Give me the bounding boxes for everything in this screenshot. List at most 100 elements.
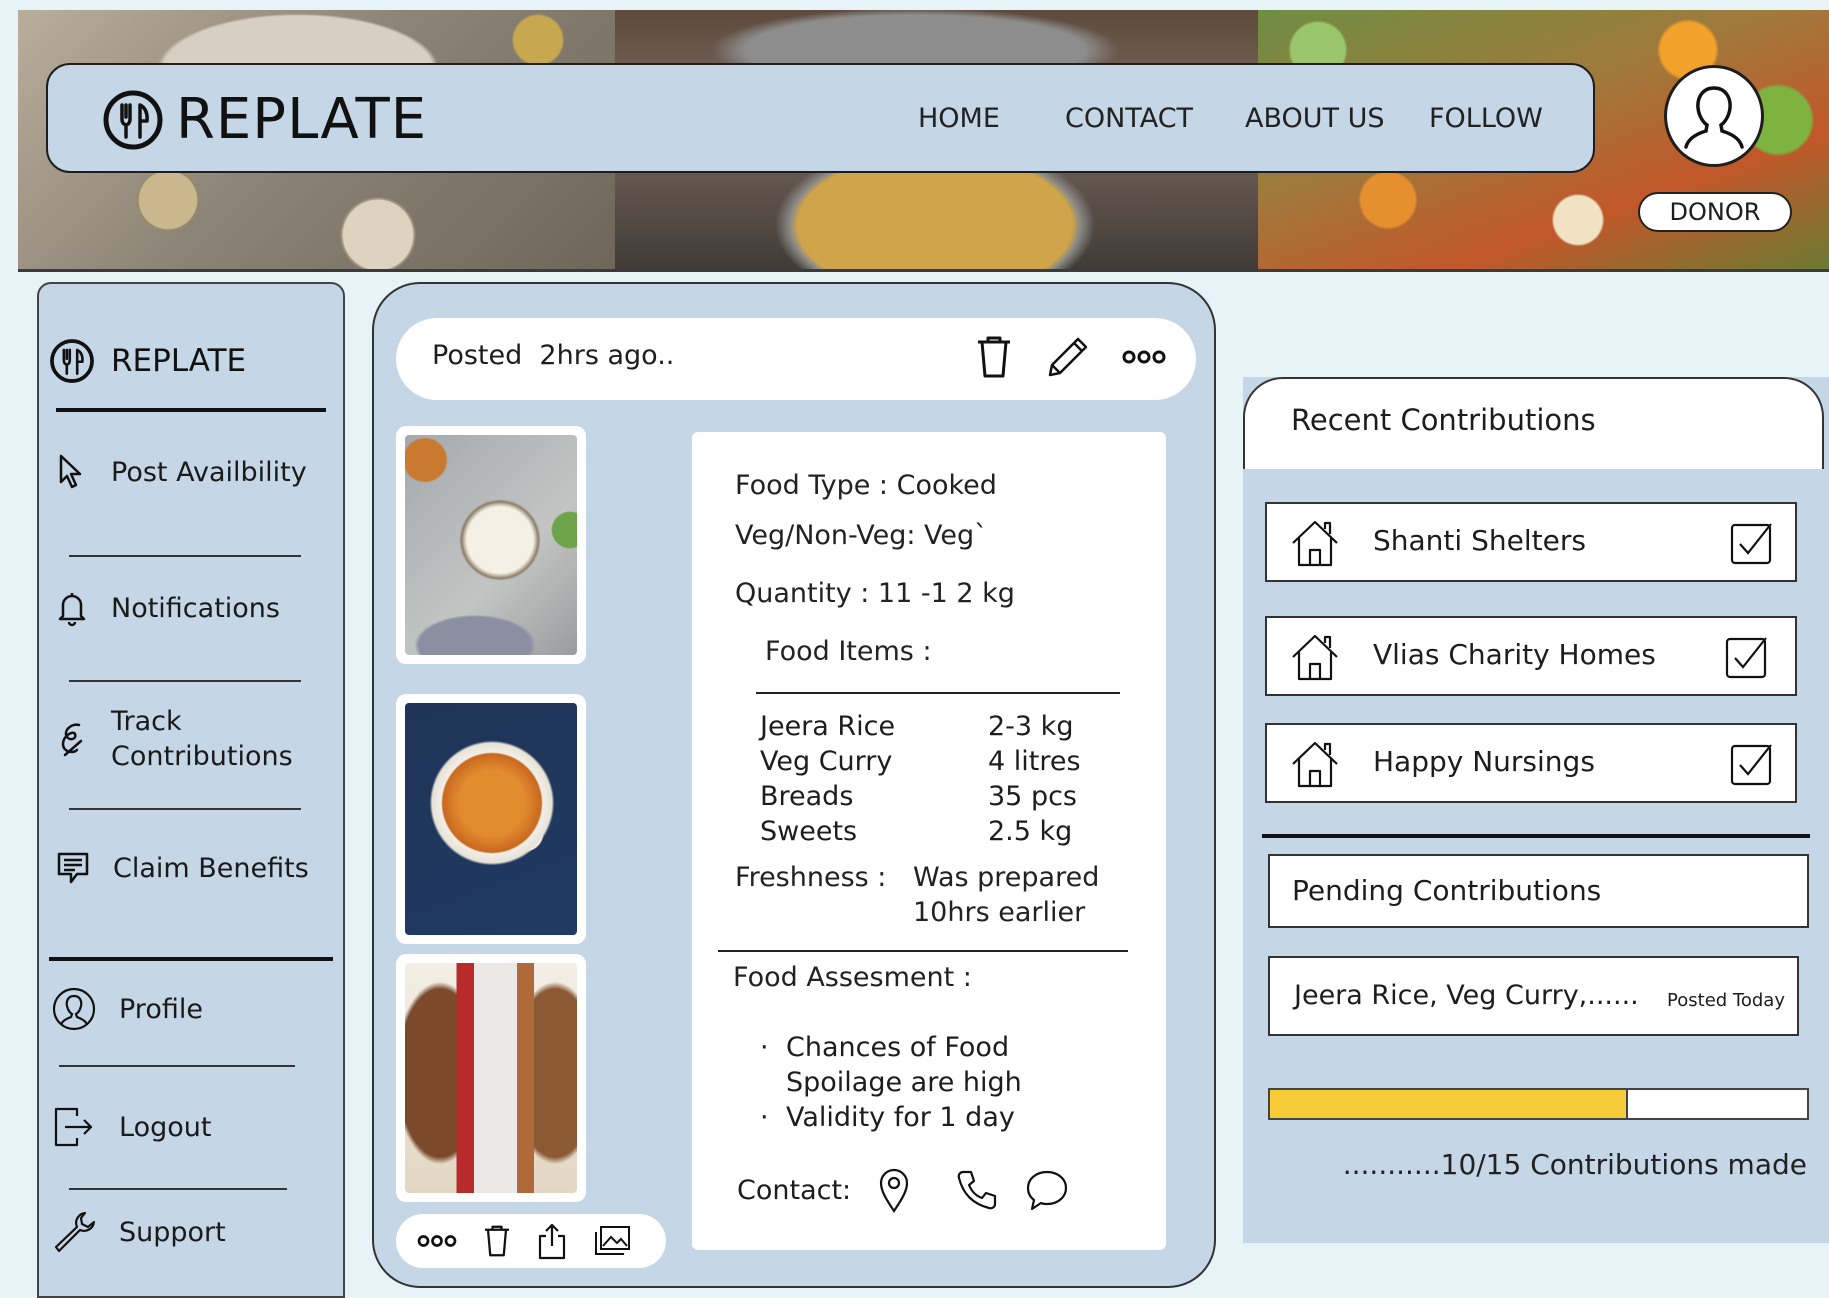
profile-icon: [51, 986, 97, 1032]
sidebar: REPLATE Post Availbility Notifications T…: [37, 282, 345, 1298]
nav-contact[interactable]: CONTACT: [1065, 103, 1193, 134]
home-icon: [1289, 631, 1341, 683]
user-avatar[interactable]: [1664, 65, 1764, 167]
pending-contribution-item[interactable]: Jeera Rice, Veg Curry,...... Posted Toda…: [1268, 956, 1799, 1036]
phone-icon[interactable]: [955, 1168, 999, 1212]
recipient-name: Vlias Charity Homes: [1373, 638, 1656, 671]
sidebar-divider: [49, 957, 333, 961]
assessment-heading: Food Assesment :: [733, 962, 972, 993]
share-icon[interactable]: [536, 1222, 568, 1260]
pending-item-name: Jeera Rice, Veg Curry,......: [1294, 980, 1639, 1011]
food-post-card: Posted 2hrs ago.. Food Type: Cooked Veg…: [372, 282, 1216, 1288]
assessment-text: Validity for 1 day: [786, 1102, 1015, 1133]
recent-contribution-item[interactable]: Vlias Charity Homes: [1265, 616, 1797, 696]
food-type: Food Type : Cooked: [735, 470, 997, 501]
item-name: Breads: [760, 781, 854, 812]
chat-bubble-icon[interactable]: [1025, 1168, 1069, 1212]
progress-text: ...........10/15 Contributions made: [1342, 1148, 1807, 1181]
delete-photo-icon[interactable]: [482, 1223, 512, 1259]
recent-contribution-item[interactable]: Happy Nursings: [1265, 723, 1797, 803]
sidebar-item-claim-benefits[interactable]: Claim Benefits: [55, 848, 313, 888]
item-qty: 4 litres: [988, 746, 1081, 777]
replate-logo-icon: [102, 89, 164, 151]
sidebar-item-profile[interactable]: Profile: [51, 986, 203, 1032]
food-photo-bread[interactable]: [396, 954, 586, 1202]
progress-fill: [1270, 1090, 1628, 1118]
item-name: Sweets: [760, 816, 858, 847]
veg-status: Veg/Non-Veg: Veg`: [735, 520, 988, 551]
home-icon: [1289, 517, 1341, 569]
assessment-item: · Validity for 1 day: [760, 1102, 1015, 1133]
nav-home[interactable]: HOME: [918, 103, 1000, 134]
sidebar-item-label: Logout: [119, 1111, 212, 1143]
freshness-value-1: Was prepared: [913, 862, 1100, 893]
sidebar-brand-name: REPLATE: [111, 343, 247, 379]
top-nav-bar: REPLATE HOME CONTACT ABOUT US FOLLOW: [46, 63, 1595, 173]
item-name: Veg Curry: [760, 746, 893, 777]
sidebar-item-label: Profile: [119, 993, 203, 1025]
food-details-panel: Food Type : Cooked Veg/Non-Veg: Veg` Qua…: [692, 432, 1166, 1250]
track-icon: [55, 717, 89, 761]
header-brand[interactable]: REPLATE: [102, 87, 427, 152]
checkbox-checked-icon[interactable]: [1729, 520, 1775, 566]
sidebar-divider: [69, 808, 301, 810]
cursor-icon: [55, 452, 89, 492]
user-silhouette-icon: [1684, 86, 1744, 149]
item-qty: 35 pcs: [988, 781, 1077, 812]
panel-divider: [1262, 834, 1810, 838]
more-options-icon[interactable]: [1122, 347, 1166, 367]
assessment-text: Chances of Food: [786, 1032, 1010, 1063]
food-items-table: Jeera Rice 2-3 kg Veg Curry 4 litres Bread…: [760, 709, 1108, 849]
post-header-bar: Posted 2hrs ago..: [396, 318, 1196, 400]
items-divider: [756, 692, 1120, 694]
item-name: Jeera Rice: [760, 711, 896, 742]
photo-toolbar: [396, 1214, 666, 1268]
sidebar-item-post-availbility[interactable]: Post Availbility: [55, 452, 311, 492]
checkbox-checked-icon[interactable]: [1724, 634, 1770, 680]
sidebar-item-notifications[interactable]: Notifications: [55, 588, 280, 628]
bell-icon: [55, 588, 89, 628]
more-options-icon[interactable]: [416, 1232, 458, 1250]
assessment-list: · Chances of Food Spoilage are high · Vali…: [760, 1030, 1022, 1135]
sidebar-divider: [59, 1065, 295, 1067]
food-item-row: Breads 35 pcs: [760, 779, 1108, 814]
food-item-row: Sweets 2.5 kg: [760, 814, 1108, 849]
item-qty: 2-3 kg: [988, 711, 1074, 742]
location-pin-icon[interactable]: [877, 1167, 911, 1213]
replate-logo-icon: [49, 338, 95, 384]
pending-item-status: Posted Today: [1667, 990, 1785, 1011]
sidebar-item-label: Track Contributions: [111, 706, 293, 772]
sidebar-divider: [56, 408, 326, 412]
sidebar-item-label: Post Availbility: [111, 456, 307, 488]
post-timestamp: Posted 2hrs ago..: [432, 340, 674, 371]
logout-icon: [51, 1104, 97, 1150]
nav-follow[interactable]: FOLLOW: [1429, 103, 1543, 134]
sidebar-item-track-contributions[interactable]: Track Contributions: [55, 704, 311, 774]
posted-time: 2hrs ago..: [539, 340, 675, 371]
recipient-name: Happy Nursings: [1373, 745, 1595, 778]
recent-contributions-header: Recent Contributions: [1243, 377, 1824, 469]
nav-about-us[interactable]: ABOUT US: [1245, 103, 1385, 134]
gallery-icon[interactable]: [592, 1224, 632, 1258]
sidebar-item-label: Support: [119, 1216, 226, 1248]
post-actions: [974, 334, 1166, 380]
sidebar-item-logout[interactable]: Logout: [51, 1104, 211, 1150]
edit-pencil-icon[interactable]: [1046, 335, 1090, 379]
food-item-row: Veg Curry 4 litres: [760, 744, 1108, 779]
pending-contributions-title: Pending Contributions: [1292, 874, 1602, 907]
sidebar-item-support[interactable]: Support: [51, 1209, 226, 1255]
checkbox-checked-icon[interactable]: [1729, 741, 1775, 787]
sidebar-brand[interactable]: REPLATE: [49, 338, 246, 384]
recent-contribution-item[interactable]: Shanti Shelters: [1265, 502, 1797, 582]
contact-row: Contact:: [737, 1167, 1069, 1213]
food-items-heading: Food Items :: [765, 636, 932, 667]
food-photo-curry[interactable]: [396, 694, 586, 944]
assessment-item: · Chances of Food: [760, 1032, 1010, 1063]
contact-label: Contact:: [737, 1174, 852, 1206]
food-photo-rice[interactable]: [396, 426, 586, 664]
sidebar-divider: [69, 555, 301, 557]
freshness-label: Freshness :: [735, 862, 887, 893]
freshness-divider: [718, 950, 1128, 952]
delete-icon[interactable]: [974, 334, 1014, 380]
food-item-row: Jeera Rice 2-3 kg: [760, 709, 1108, 744]
